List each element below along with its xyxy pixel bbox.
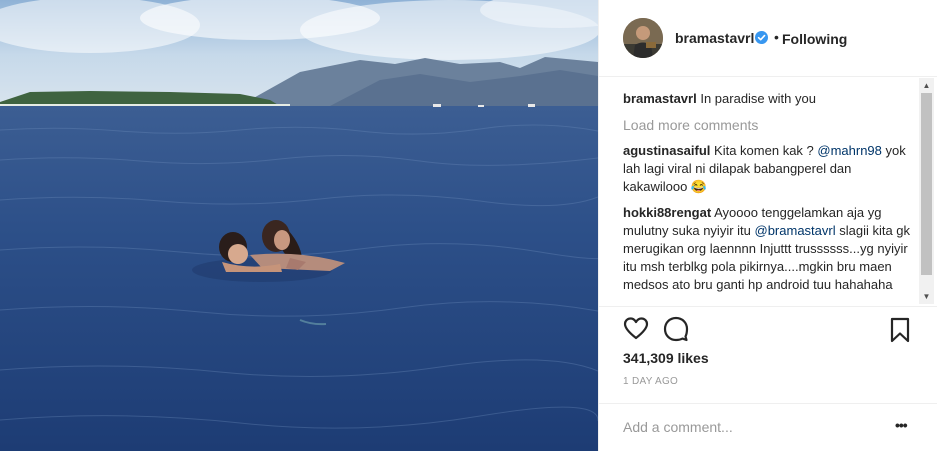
post-timestamp[interactable]: 1 DAY AGO (623, 376, 678, 387)
add-comment-input[interactable] (623, 416, 883, 438)
comment-text: Kita komen kak ? (714, 143, 818, 158)
following-button[interactable]: Following (782, 31, 847, 47)
comment-username[interactable]: agustinasaiful (623, 143, 710, 158)
scroll-up-arrow-icon[interactable]: ▲ (919, 78, 934, 93)
add-comment-section: ••• (599, 403, 937, 451)
avatar-image (623, 18, 663, 58)
post-photo[interactable] (0, 0, 598, 451)
username-link[interactable]: bramastavrl (675, 30, 754, 46)
scrollbar-thumb[interactable] (921, 93, 932, 275)
bookmark-icon[interactable] (887, 317, 913, 343)
post-side-panel: bramastavrl • Following bramastavrl In p… (598, 0, 937, 451)
separator-dot: • (774, 29, 779, 45)
likes-count[interactable]: 341,309 likes (623, 350, 709, 366)
comment-mention-link[interactable]: @mahrn98 (817, 143, 882, 158)
comments-scrollbar[interactable]: ▲ ▼ (919, 78, 934, 304)
comment-bubble-icon[interactable] (663, 316, 689, 342)
comment-item: agustinasaiful Kita komen kak ? @mahrn98… (623, 142, 919, 196)
caption: bramastavrl In paradise with you (623, 90, 919, 108)
caption-username[interactable]: bramastavrl (623, 91, 697, 106)
post-header: bramastavrl • Following (599, 0, 937, 77)
beach-sea-photo (0, 0, 598, 451)
more-options-button[interactable]: ••• (895, 417, 908, 433)
post-actions: 341,309 likes 1 DAY AGO ••• (599, 306, 937, 451)
scroll-down-arrow-icon[interactable]: ▼ (919, 289, 934, 304)
comment-item: hokki88rengat Ayoooo tenggelamkan aja yg… (623, 204, 919, 294)
load-more-comments-link[interactable]: Load more comments (623, 116, 919, 134)
heart-icon[interactable] (623, 316, 649, 342)
verified-badge-icon (755, 31, 768, 44)
comments-list[interactable]: bramastavrl In paradise with you Load mo… (623, 84, 919, 306)
comment-username[interactable]: hokki88rengat (623, 205, 711, 220)
caption-text: In paradise with you (700, 91, 816, 106)
avatar[interactable] (623, 18, 663, 58)
comment-mention-link[interactable]: @bramastavrl (755, 223, 836, 238)
